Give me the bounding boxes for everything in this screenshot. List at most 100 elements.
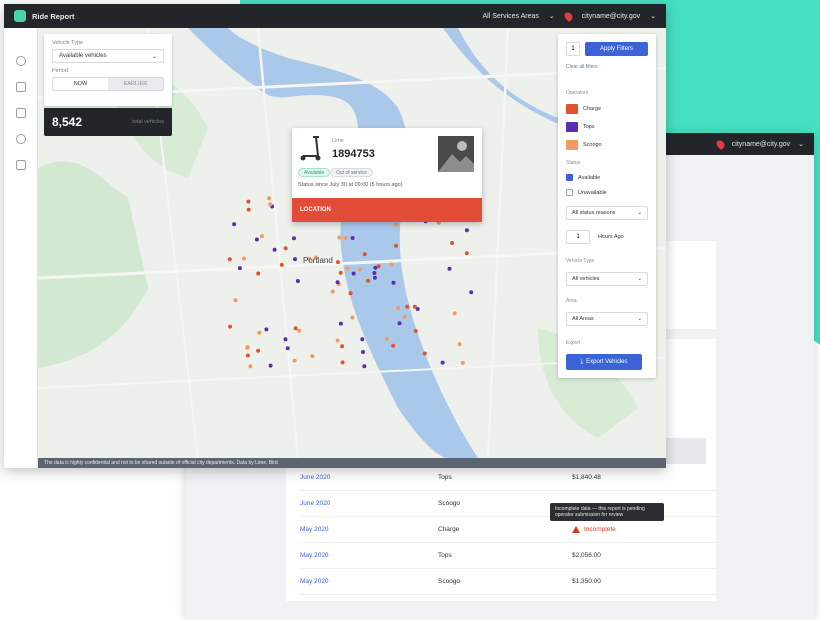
vehicle-marker[interactable]	[358, 267, 362, 272]
vehicle-marker[interactable]	[245, 353, 250, 358]
chart-icon[interactable]	[16, 82, 26, 92]
vehicle-marker[interactable]	[452, 311, 457, 316]
vehicle-marker[interactable]	[366, 278, 371, 283]
vehicle-marker[interactable]	[340, 344, 345, 349]
vehicle-marker[interactable]	[376, 264, 381, 269]
vehicle-marker[interactable]	[295, 279, 300, 283]
vehicle-marker[interactable]	[292, 358, 297, 363]
map-pin-icon[interactable]	[16, 56, 26, 66]
month-link[interactable]: May 2020	[300, 552, 438, 559]
vehicle-marker[interactable]	[440, 360, 445, 365]
vehicle-marker[interactable]	[264, 327, 269, 332]
vehicle-marker[interactable]	[260, 234, 264, 239]
vehicle-marker[interactable]	[272, 247, 277, 252]
vehicle-marker[interactable]	[335, 260, 340, 265]
export-vehicles-button[interactable]: ⤓ Export Vehicles	[566, 354, 642, 370]
vehicle-type-select[interactable]: Available vehicles ⌄	[52, 49, 164, 63]
logout-icon[interactable]	[16, 160, 26, 170]
month-link[interactable]: May 2020	[300, 526, 438, 533]
period-earlier-button[interactable]: EARLIER	[108, 78, 163, 90]
vehicle-marker[interactable]	[338, 270, 343, 275]
vehicle-marker[interactable]	[268, 363, 273, 368]
vehicle-type-filter-select[interactable]: All vehicles ⌄	[566, 272, 648, 286]
status-checkbox-row[interactable]: Unavailable	[566, 189, 607, 196]
city-selector[interactable]: All Services Areas	[483, 13, 539, 20]
vehicle-marker[interactable]	[242, 256, 246, 261]
vehicle-marker[interactable]	[394, 243, 398, 248]
vehicle-marker[interactable]	[337, 235, 342, 240]
vehicle-marker[interactable]	[246, 199, 251, 204]
vehicle-marker[interactable]	[389, 262, 394, 267]
vehicle-marker[interactable]	[293, 326, 298, 331]
vehicle-marker[interactable]	[338, 321, 343, 326]
user-menu[interactable]: cityname@city.gov	[732, 141, 790, 148]
vehicle-marker[interactable]	[292, 236, 296, 241]
vehicle-marker[interactable]	[422, 351, 427, 356]
vehicle-marker[interactable]	[405, 304, 410, 309]
vehicle-marker[interactable]	[413, 329, 418, 333]
vehicle-marker[interactable]	[372, 275, 377, 280]
vehicle-marker[interactable]	[350, 236, 355, 240]
vehicle-marker[interactable]	[237, 266, 242, 271]
vehicle-marker[interactable]	[447, 266, 452, 271]
vehicle-marker[interactable]	[350, 315, 355, 320]
status-checkbox[interactable]	[566, 189, 573, 196]
vehicle-marker[interactable]	[228, 324, 233, 329]
vehicle-marker[interactable]	[256, 271, 261, 276]
vehicle-marker[interactable]	[464, 251, 469, 256]
vehicle-marker[interactable]	[464, 228, 469, 233]
area-select[interactable]: All Areas ⌄	[566, 312, 648, 326]
vehicle-marker[interactable]	[343, 236, 348, 241]
status-checkbox[interactable]	[566, 174, 573, 181]
settings-icon[interactable]	[16, 134, 26, 144]
vehicle-marker[interactable]	[283, 246, 288, 251]
month-link[interactable]: June 2020	[300, 474, 438, 481]
operator-toggle[interactable]: Tops	[566, 122, 595, 132]
vehicle-marker[interactable]	[362, 252, 367, 257]
vehicle-marker[interactable]	[396, 306, 401, 310]
document-icon[interactable]	[16, 108, 26, 118]
vehicle-marker[interactable]	[457, 342, 462, 347]
vehicle-marker[interactable]	[394, 222, 398, 227]
month-link[interactable]: June 2020	[300, 500, 438, 507]
vehicle-marker[interactable]	[256, 348, 261, 353]
vehicle-marker[interactable]	[372, 271, 377, 275]
vehicle-marker[interactable]	[245, 345, 250, 350]
vehicle-marker[interactable]	[248, 364, 253, 369]
vehicle-marker[interactable]	[335, 338, 340, 343]
user-menu[interactable]: cityname@city.gov	[582, 13, 640, 20]
vehicle-marker[interactable]	[330, 289, 335, 294]
status-checkbox-row[interactable]: Available	[566, 174, 600, 181]
vehicle-marker[interactable]	[391, 280, 396, 285]
operator-toggle[interactable]: Charge	[566, 104, 601, 114]
vehicle-marker[interactable]	[384, 337, 389, 341]
status-reason-select[interactable]: All status reasons ⌄	[566, 206, 648, 220]
location-bar[interactable]: LOCATION	[292, 198, 482, 222]
vehicle-marker[interactable]	[469, 290, 474, 295]
vehicle-marker[interactable]	[293, 257, 297, 262]
vehicle-marker[interactable]	[361, 350, 365, 354]
vehicle-marker[interactable]	[348, 291, 353, 296]
hours-input[interactable]: 1	[566, 230, 590, 244]
vehicle-marker[interactable]	[460, 360, 465, 365]
vehicle-marker[interactable]	[310, 354, 315, 359]
vehicle-marker[interactable]	[254, 237, 259, 242]
vehicle-marker[interactable]	[340, 360, 345, 365]
vehicle-marker[interactable]	[360, 337, 365, 342]
vehicle-marker[interactable]	[268, 202, 273, 207]
vehicle-marker[interactable]	[267, 196, 272, 201]
vehicle-marker[interactable]	[285, 346, 290, 351]
vehicle-marker[interactable]	[402, 314, 407, 319]
vehicle-marker[interactable]	[391, 343, 396, 348]
vehicle-marker[interactable]	[233, 298, 238, 303]
vehicle-marker[interactable]	[232, 222, 237, 227]
vehicle-marker[interactable]	[412, 304, 417, 309]
vehicle-marker[interactable]	[257, 330, 262, 335]
month-link[interactable]: May 2020	[300, 578, 438, 585]
vehicle-marker[interactable]	[335, 280, 340, 285]
count-input[interactable]: 1	[566, 42, 580, 56]
period-now-button[interactable]: NOW	[53, 78, 108, 90]
vehicle-marker[interactable]	[246, 207, 251, 212]
apply-filters-button[interactable]: Apply Filters	[585, 42, 648, 56]
vehicle-marker[interactable]	[227, 257, 232, 262]
